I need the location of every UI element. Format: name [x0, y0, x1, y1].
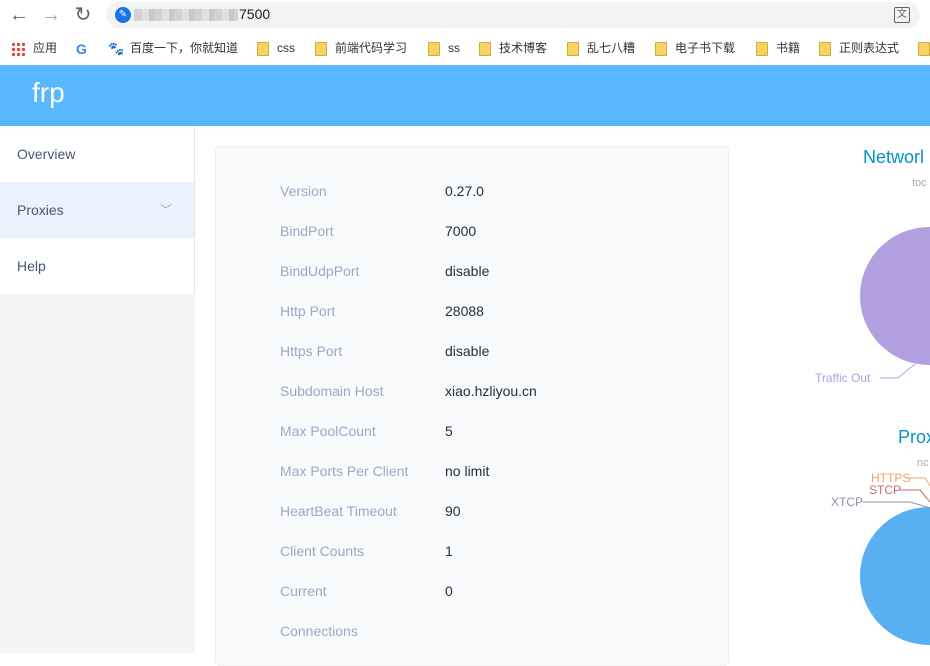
info-label: Max Ports Per Client [280, 463, 409, 479]
charts-svg: Traffic Out HTTPS STCP XTCP [815, 227, 930, 645]
info-value: no limit [445, 463, 490, 479]
sidebar-item-overview[interactable]: Overview [0, 126, 194, 182]
xtcp-leader-line [863, 501, 930, 509]
traffic-out-leader-line [880, 363, 916, 379]
folder-icon [756, 41, 768, 56]
folder-icon [918, 41, 930, 56]
bookmark-label: ss [448, 41, 460, 55]
charts-panel: Networl toc Traffic Out HTTPS STCP XTCP … [730, 126, 930, 653]
bookmark-folder-overflow[interactable] [918, 38, 930, 58]
bookmark-folder-ebooks[interactable]: 电子书下载 [655, 38, 735, 58]
bookmark-label: 百度一下，你就知道 [130, 41, 239, 55]
info-label: HeartBeat Timeout [280, 503, 397, 519]
info-value: 5 [445, 423, 453, 439]
bookmarks-bar: 应用 G 🐾 百度一下，你就知道 css 前端代码学习 ss 技术博客 乱七八糟 … [0, 34, 930, 62]
proxies-pie[interactable] [860, 507, 930, 645]
brand-logo[interactable]: frp [32, 77, 65, 109]
app-header: frp [0, 65, 930, 126]
server-info-card: Version 0.27.0 BindPort 7000 BindUdpPort… [215, 146, 729, 666]
bookmark-label: 前端代码学习 [335, 41, 408, 55]
info-label: Current [280, 583, 327, 599]
google-icon: G [76, 40, 87, 57]
back-arrow-icon[interactable]: ← [8, 4, 30, 26]
info-label: Client Counts [280, 543, 365, 559]
proxies-chart-title: Prox [898, 427, 930, 447]
bookmark-label: 书籍 [776, 41, 801, 55]
traffic-out-label: Traffic Out [815, 371, 871, 385]
bookmark-folder-tech-blog[interactable]: 技术博客 [479, 38, 547, 58]
folder-icon [479, 41, 491, 56]
reload-icon[interactable]: ↻ [72, 4, 94, 26]
xtcp-label: XTCP [831, 495, 863, 509]
bookmark-label: css [277, 41, 295, 55]
info-value: disable [445, 263, 490, 279]
site-info-icon[interactable]: ✎ [115, 7, 131, 23]
info-value: 0 [445, 583, 453, 599]
info-label: Https Port [280, 343, 343, 359]
bookmark-label: 应用 [33, 41, 58, 55]
blurred-url-host [134, 9, 238, 21]
bookmark-label: 电子书下载 [675, 41, 736, 55]
stcp-label: STCP [869, 483, 901, 497]
bookmark-label: 正则表达式 [839, 41, 900, 55]
bookmark-label: 技术博客 [499, 41, 548, 55]
info-value: 28088 [445, 303, 484, 319]
info-label: Subdomain Host [280, 383, 384, 399]
folder-icon [567, 41, 579, 56]
bookmark-google[interactable]: G [76, 38, 98, 58]
address-bar[interactable]: ✎ 7500 文 [106, 2, 920, 28]
sidebar-item-label: Help [17, 258, 46, 274]
sidebar: Overview Proxies ﹀ Help [0, 126, 195, 294]
stcp-leader-line [900, 489, 930, 503]
sidebar-background [0, 294, 195, 653]
chevron-down-icon[interactable]: ﹀ [160, 182, 172, 238]
info-label: Connections [280, 623, 358, 639]
bookmark-folder-regex[interactable]: 正则表达式 [819, 38, 899, 58]
baidu-icon: 🐾 [108, 40, 125, 56]
info-value: 90 [445, 503, 461, 519]
info-label: Version [280, 183, 327, 199]
folder-icon [819, 41, 831, 56]
bookmark-folder-css[interactable]: css [257, 38, 295, 58]
bookmark-folder-misc[interactable]: 乱七八糟 [567, 38, 635, 58]
sidebar-item-label: Proxies [17, 202, 64, 218]
folder-icon [428, 41, 440, 56]
sidebar-item-label: Overview [17, 146, 76, 162]
translate-icon[interactable]: 文 [894, 7, 910, 23]
network-traffic-pie[interactable] [860, 227, 930, 365]
info-label: BindUdpPort [280, 263, 360, 279]
info-label: BindPort [280, 223, 334, 239]
info-value: xiao.hzliyou.cn [445, 383, 537, 399]
apps-grid-icon [11, 41, 25, 56]
bookmark-folder-frontend[interactable]: 前端代码学习 [315, 38, 407, 58]
sidebar-item-proxies[interactable]: Proxies ﹀ [0, 182, 194, 238]
browser-chrome: ← → ↻ ✎ 7500 文 应用 G 🐾 百度一下，你就知道 css 前端代码学… [0, 0, 930, 65]
folder-icon [315, 41, 327, 56]
proxies-chart-subtitle: nc [917, 457, 929, 469]
url-port-text: 7500 [239, 6, 271, 22]
info-value: 1 [445, 543, 453, 559]
info-value: disable [445, 343, 490, 359]
bookmark-baidu[interactable]: 🐾 百度一下，你就知道 [108, 38, 238, 58]
info-label: Max PoolCount [280, 423, 376, 439]
info-label: Http Port [280, 303, 336, 319]
info-value: 7000 [445, 223, 477, 239]
bookmark-folder-books[interactable]: 书籍 [756, 38, 800, 58]
bookmark-label: 乱七八糟 [587, 41, 636, 55]
folder-icon [655, 41, 667, 56]
info-value: 0.27.0 [445, 183, 484, 199]
bookmark-apps[interactable]: 应用 [11, 38, 57, 58]
sidebar-item-help[interactable]: Help [0, 238, 194, 294]
folder-icon [257, 41, 269, 56]
forward-arrow-icon[interactable]: → [40, 4, 62, 26]
bookmark-folder-ss[interactable]: ss [428, 38, 460, 58]
